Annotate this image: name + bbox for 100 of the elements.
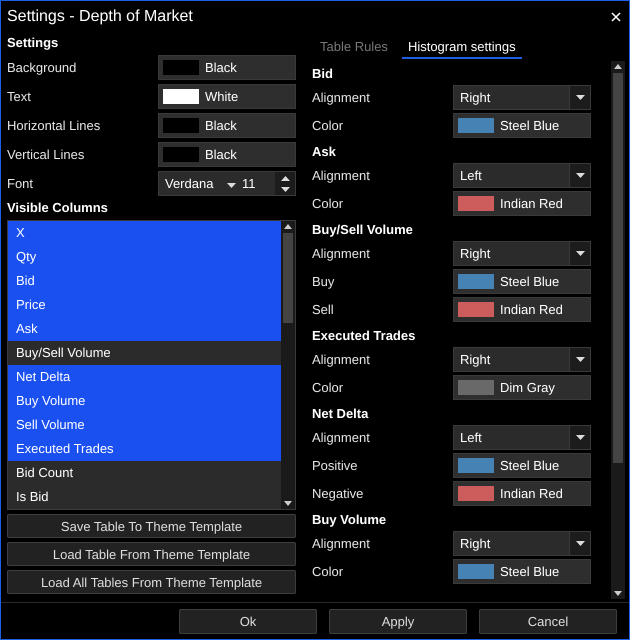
setting-label: Horizontal Lines — [7, 118, 100, 133]
setting-label: Text — [7, 89, 31, 104]
section-heading: Net Delta — [312, 405, 370, 423]
column-list-item[interactable]: X — [8, 221, 281, 245]
caret-down-icon — [227, 183, 236, 188]
dropdown-value: Left — [459, 168, 483, 182]
column-list-item[interactable]: Bid — [8, 269, 281, 293]
column-list[interactable]: X Qty Bid Price Ask Buy/Sell Volume Net Delta Buy Volume Sell Volume Executed Trades Bid Count Is Bid — [7, 220, 296, 510]
template-button[interactable]: Save Table To Theme Template — [7, 514, 296, 538]
color-name: Indian Red — [500, 302, 563, 316]
scroll-down-icon[interactable] — [284, 501, 292, 506]
section-heading: Settings — [7, 34, 60, 52]
scrollbar[interactable] — [281, 221, 295, 509]
column-list-item[interactable]: Qty — [8, 245, 281, 269]
window-title: Settings - Depth of Market — [7, 8, 194, 26]
color-picker[interactable]: Black — [158, 113, 296, 138]
color-picker[interactable]: Steel Blue — [453, 112, 591, 138]
color-picker[interactable]: Black — [158, 142, 296, 167]
setting-label: Alignment — [312, 246, 370, 260]
setting-label: Negative — [312, 486, 364, 500]
caret-down-icon — [576, 434, 584, 440]
alignment-dropdown[interactable]: Left — [453, 424, 591, 450]
dialog-button[interactable]: Ok — [179, 609, 317, 634]
setting-label: Positive — [312, 458, 358, 472]
section-heading: Buy/Sell Volume — [312, 221, 414, 239]
section-heading: Visible Columns — [7, 199, 109, 217]
setting-label: Alignment — [312, 430, 370, 444]
color-name: Indian Red — [500, 196, 563, 210]
color-name: Steel Blue — [500, 458, 560, 472]
column-list-item[interactable]: Price — [8, 293, 281, 317]
dropdown-value: Left — [459, 430, 483, 444]
color-name: Black — [205, 118, 237, 133]
setting-label: Vertical Lines — [7, 147, 84, 162]
dropdown-value: Right — [459, 536, 492, 550]
font-size-value: 11 — [241, 176, 256, 191]
scroll-up-icon[interactable] — [614, 64, 622, 69]
color-picker[interactable]: Indian Red — [453, 296, 591, 322]
setting-label: Alignment — [312, 352, 370, 366]
color-picker[interactable]: Steel Blue — [453, 268, 591, 294]
setting-label: Buy — [312, 274, 334, 288]
setting-label: Color — [312, 380, 344, 394]
column-list-item[interactable]: Sell Volume — [8, 413, 281, 437]
section-heading: Ask — [312, 143, 337, 161]
setting-label: Color — [312, 196, 344, 210]
color-name: White — [205, 89, 238, 104]
color-picker[interactable]: Dim Gray — [453, 374, 591, 400]
color-name: Black — [205, 147, 237, 162]
setting-label: Alignment — [312, 168, 370, 182]
color-name: Steel Blue — [500, 564, 560, 578]
close-icon[interactable] — [611, 12, 621, 22]
scrollbar-thumb[interactable] — [613, 73, 623, 463]
caret-down-icon — [576, 540, 584, 546]
column-list-item[interactable]: Buy Volume — [8, 389, 281, 413]
caret-down-icon — [576, 250, 584, 256]
color-name: Dim Gray — [500, 380, 555, 394]
color-name: Steel Blue — [500, 274, 560, 288]
section-heading: Bid — [312, 65, 334, 83]
color-name: Black — [205, 60, 237, 75]
color-picker[interactable]: Steel Blue — [453, 452, 591, 478]
alignment-dropdown[interactable]: Right — [453, 240, 591, 266]
spinner-arrows-icon[interactable] — [280, 176, 290, 192]
color-picker[interactable]: Indian Red — [453, 480, 591, 506]
template-button[interactable]: Load Table From Theme Template — [7, 542, 296, 566]
scrollbar[interactable] — [611, 61, 625, 599]
caret-down-icon — [576, 172, 584, 178]
tab[interactable]: Table Rules — [314, 35, 394, 59]
color-picker[interactable]: Steel Blue — [453, 558, 591, 584]
setting-label: Color — [312, 118, 344, 132]
column-list-item[interactable]: Ask — [8, 317, 281, 341]
section-heading: Executed Trades — [312, 327, 416, 345]
dialog-button[interactable]: Cancel — [479, 609, 617, 634]
caret-down-icon — [576, 94, 584, 100]
font-name: Verdana — [164, 176, 214, 191]
dropdown-value: Right — [459, 90, 492, 104]
color-name: Steel Blue — [500, 118, 560, 132]
template-button[interactable]: Load All Tables From Theme Template — [7, 570, 296, 594]
color-name: Indian Red — [500, 486, 563, 500]
scroll-up-icon[interactable] — [284, 224, 292, 229]
setting-label: Background — [7, 60, 76, 75]
dialog-button[interactable]: Apply — [329, 609, 467, 634]
column-list-item[interactable]: Executed Trades — [8, 437, 281, 461]
alignment-dropdown[interactable]: Left — [453, 162, 591, 188]
setting-label: Font — [7, 176, 34, 191]
setting-label: Sell — [312, 302, 334, 316]
column-list-item[interactable]: Net Delta — [8, 365, 281, 389]
alignment-dropdown[interactable]: Right — [453, 346, 591, 372]
setting-label: Color — [312, 564, 344, 578]
scrollbar-thumb[interactable] — [283, 233, 293, 323]
alignment-dropdown[interactable]: Right — [453, 530, 591, 556]
font-picker[interactable]: Verdana 11 — [158, 171, 296, 196]
scroll-down-icon[interactable] — [614, 591, 622, 596]
dropdown-value: Right — [459, 352, 492, 366]
caret-down-icon — [576, 356, 584, 362]
color-picker[interactable]: Indian Red — [453, 190, 591, 216]
color-picker[interactable]: Black — [158, 55, 296, 80]
alignment-dropdown[interactable]: Right — [453, 84, 591, 110]
color-picker[interactable]: White — [158, 84, 296, 109]
setting-label: Alignment — [312, 536, 370, 550]
tab[interactable]: Histogram settings — [402, 35, 522, 59]
section-heading: Buy Volume — [312, 511, 388, 529]
